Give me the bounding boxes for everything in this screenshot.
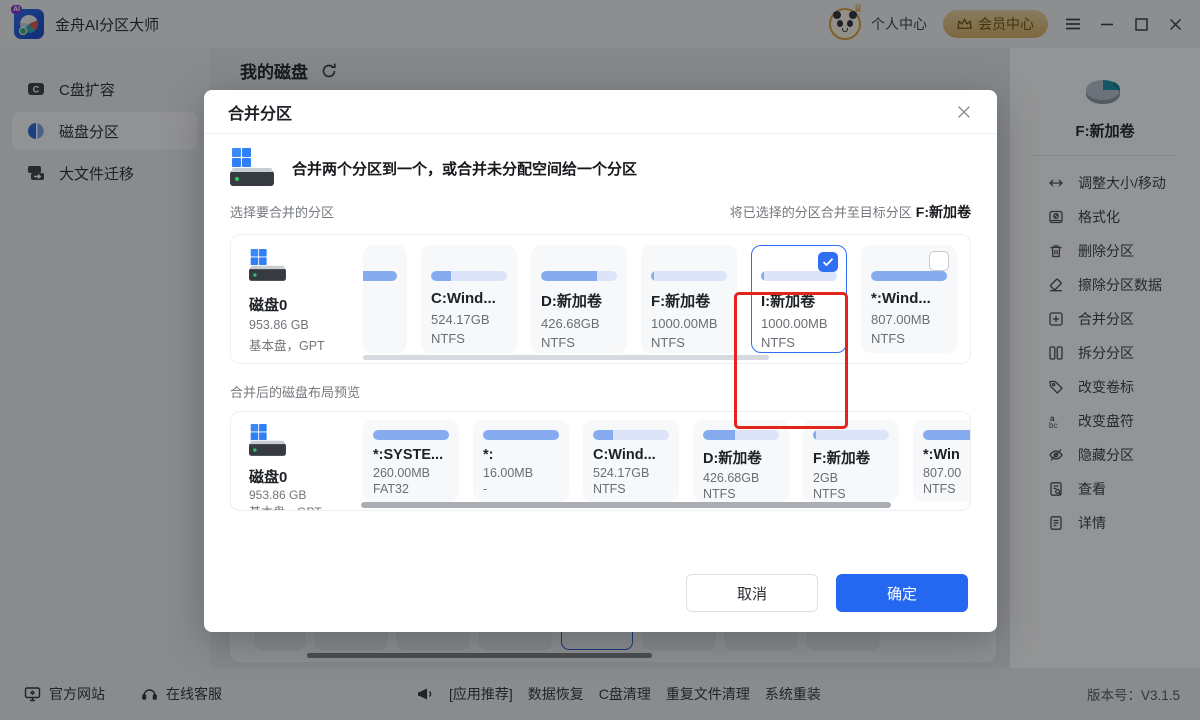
partition-fs: NTFS [813,487,889,501]
partition-name: *: [483,447,559,463]
disk-name: 磁盘0 [249,466,363,487]
partition-fs: - [483,482,559,496]
usage-bar [923,430,971,440]
scrollbar-thumb[interactable] [361,502,891,508]
partition-card: D:新加卷 426.68GB NTFS [693,420,789,502]
partition-name: C:Wind... [593,447,669,463]
partition-name: *:Wind... [871,290,947,307]
merge-target-label: 将已选择的分区合并至目标分区 F:新加卷 [730,202,971,222]
windows-drive-icon [249,249,288,283]
partition-fs: NTFS [761,335,837,350]
partition-name: D:新加卷 [541,290,617,311]
partition-size: 16.00MB [483,466,559,480]
partition-fs: NTFS [593,482,669,496]
partition-card: *:Win 807.00 NTFS [913,420,971,502]
usage-bar [651,271,727,281]
dialog-close-button[interactable] [951,99,977,125]
disk-type: 基本盘，GPT [249,335,363,354]
partition-card: F:新加卷 2GB NTFS [803,420,899,502]
usage-bar [593,430,669,440]
partition-name: D:新加卷 [703,447,779,468]
partition-select-box: 磁盘0 953.86 GB 基本盘，GPT 0MB [230,234,971,364]
partition-fs: NTFS [541,335,617,350]
disk-size: 953.86 GB [249,318,363,332]
partition-fs: NTFS [703,487,779,501]
usage-bar [363,271,397,281]
partition-fs: NTFS [923,482,971,496]
app-window: AI 金舟AI分区大师 ♛ 个人中心 会员中心 [0,0,1200,720]
usage-bar [761,271,837,281]
disk-info: 磁盘0 953.86 GB 基本盘，GPT [243,245,363,353]
dialog-description: 合并两个分区到一个，或合并未分配空间给一个分区 [292,158,637,179]
checkbox-unchecked[interactable] [929,251,949,271]
partition-fs: NTFS [651,335,727,350]
partition-name: *:SYSTE... [373,447,449,463]
usage-bar [373,430,449,440]
partition-name: C:Wind... [431,290,507,307]
partition-card[interactable]: 0MB [363,245,407,353]
usage-bar [703,430,779,440]
partition-card[interactable]: *:Wind... 807.00MB NTFS [861,245,957,353]
cancel-button[interactable]: 取消 [686,574,818,612]
partition-name: *:Win [923,447,971,463]
partition-size: 2GB [813,471,889,485]
merge-partition-dialog: 合并分区 合并两个分区到一个，或合并未分配空间给一个分区 选择要合并的分区 将已… [204,90,997,632]
preview-cards-row: *:SYSTE... 260.00MB FAT32 *: 16.00MB - C… [363,420,971,502]
disk-type: 基本盘，GPT [249,503,363,511]
partition-size: 0MB [363,295,397,310]
dialog-title: 合并分区 [228,100,292,124]
partition-fs: NTFS [431,331,507,346]
usage-bar [483,430,559,440]
windows-drive-icon [230,148,276,188]
partition-size: 1000.00MB [761,316,837,331]
merge-preview-box: 磁盘0 953.86 GB 基本盘，GPT *:SYSTE... 260.00M… [230,411,971,511]
partition-size: 524.17GB [431,312,507,327]
partition-fs: FAT32 [373,482,449,496]
disk-name: 磁盘0 [249,294,363,315]
partition-card: *: 16.00MB - [473,420,569,502]
disk-size: 953.86 GB [249,488,363,502]
partition-size: 426.68GB [703,471,779,485]
partition-cards-row: 0MB C:Wind... 524.17GB NTFS D:新加卷 426.68… [363,245,958,353]
partition-size: 807.00MB [871,312,947,327]
partition-size: 524.17GB [593,466,669,480]
partition-card-clipped: 0MB [363,245,407,353]
checkbox-checked[interactable] [818,252,838,272]
partition-name: F:新加卷 [813,447,889,468]
partition-card: *:SYSTE... 260.00MB FAT32 [363,420,459,502]
usage-bar [871,271,947,281]
partition-name: I:新加卷 [761,290,837,311]
partition-fs: NTFS [871,331,947,346]
partition-size: 807.00 [923,466,971,480]
select-partitions-label: 选择要合并的分区 [230,202,334,221]
partition-card-selected[interactable]: I:新加卷 1000.00MB NTFS [751,245,847,353]
usage-bar [813,430,889,440]
disk-info: 磁盘0 953.86 GB 基本盘，GPT [243,420,363,502]
partition-card[interactable]: F:新加卷 1000.00MB NTFS [641,245,737,353]
scrollbar-thumb[interactable] [363,355,769,360]
partition-size: 1000.00MB [651,316,727,331]
usage-bar [541,271,617,281]
windows-drive-icon [249,424,288,458]
partition-card: C:Wind... 524.17GB NTFS [583,420,679,502]
partition-name: F:新加卷 [651,290,727,311]
confirm-button[interactable]: 确定 [836,574,968,612]
preview-label: 合并后的磁盘布局预览 [230,382,971,401]
merge-target-prefix: 将已选择的分区合并至目标分区 [730,205,912,220]
partition-card[interactable]: C:Wind... 524.17GB NTFS [421,245,517,353]
partition-card[interactable]: D:新加卷 426.68GB NTFS [531,245,627,353]
partition-size: 260.00MB [373,466,449,480]
usage-bar [431,271,507,281]
merge-target-value: F:新加卷 [916,204,971,220]
dialog-header: 合并分区 [204,90,997,134]
partition-size: 426.68GB [541,316,617,331]
